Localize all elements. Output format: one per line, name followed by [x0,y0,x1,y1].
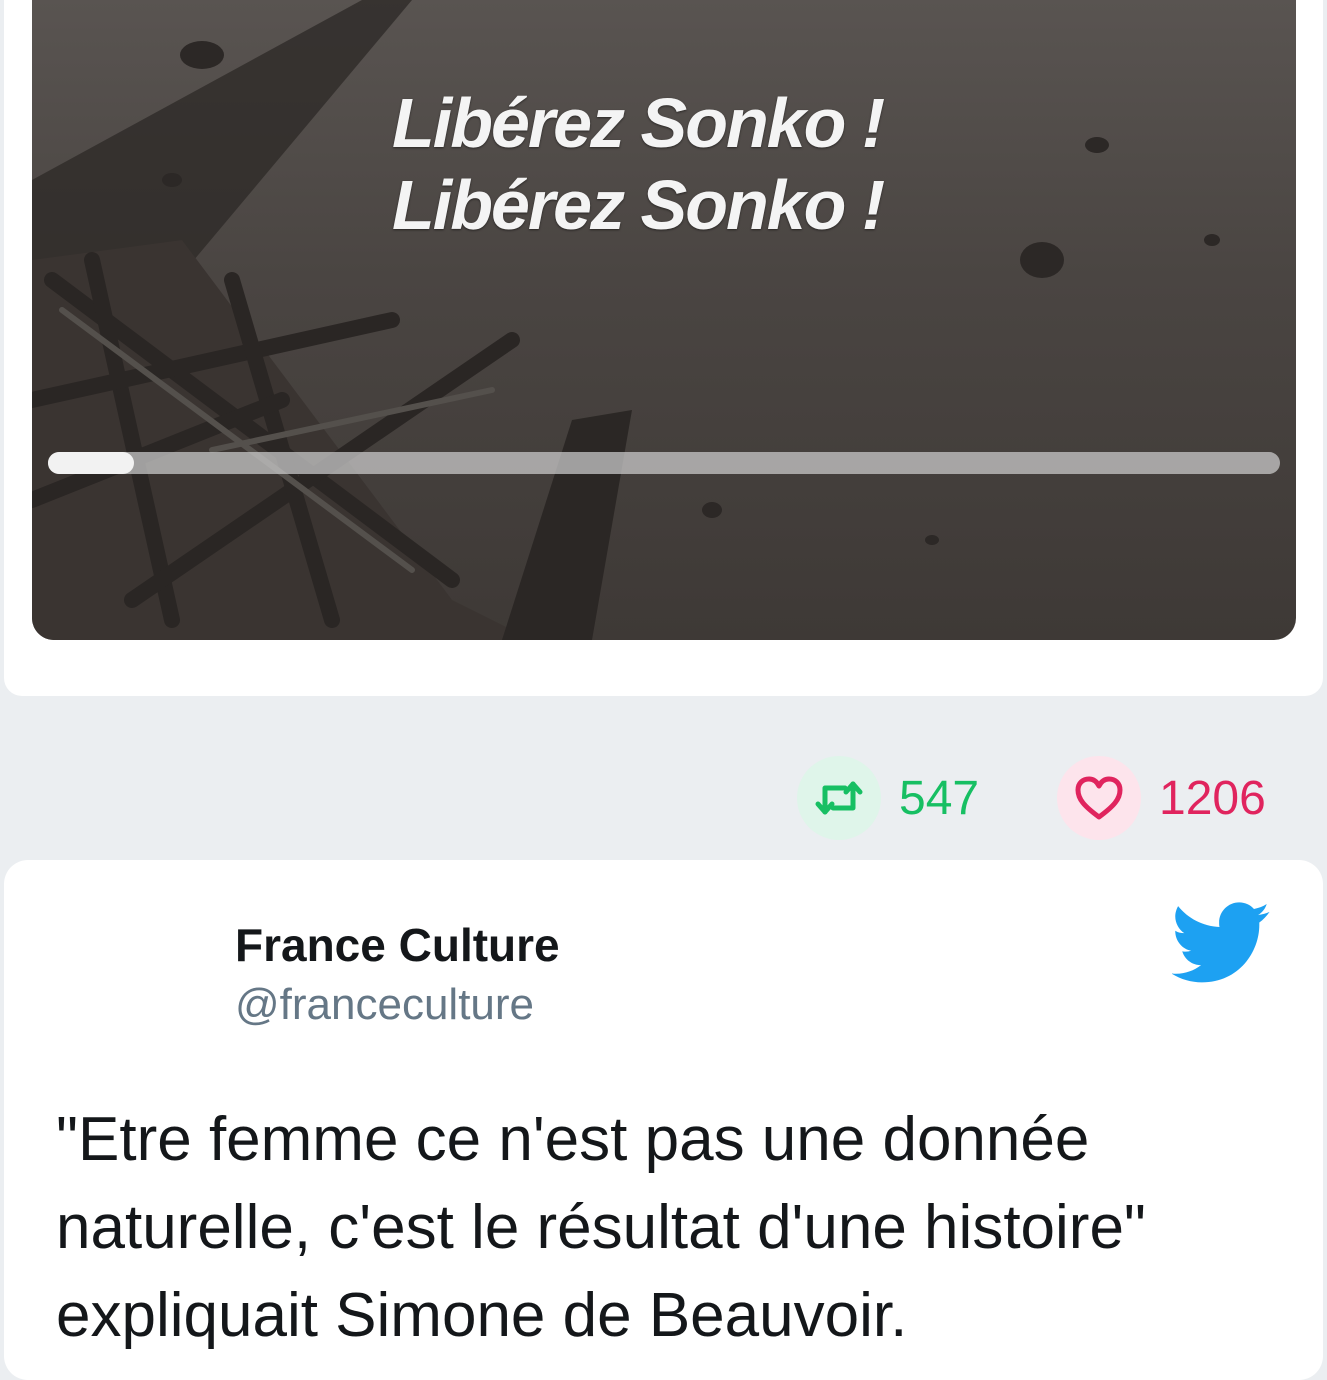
like-count: 1206 [1159,771,1266,825]
video-caption: Libérez Sonko ! Libérez Sonko ! [392,82,885,246]
retweet-count: 547 [899,771,980,825]
tweet-text: "Etre femme ce n'est pas une donnée natu… [56,1105,1146,1350]
video-progress-fill [48,452,135,474]
retweet-stat[interactable]: 547 [797,756,979,840]
like-stat[interactable]: 1206 [1057,756,1266,840]
author-name[interactable]: France Culture [235,918,560,972]
caption-line-2: Libérez Sonko ! [392,166,885,244]
twitter-bird-icon[interactable] [1172,902,1272,984]
retweet-icon[interactable] [797,756,881,840]
video-player[interactable]: Libérez Sonko ! Libérez Sonko ! [32,0,1296,640]
video-progress-bar[interactable] [48,452,1280,474]
heart-icon[interactable] [1057,756,1141,840]
caption-line-1: Libérez Sonko ! [392,84,885,162]
tweet-card: France Culture @franceculture "Etre femm… [4,860,1323,1380]
author-handle[interactable]: @franceculture [235,980,534,1030]
